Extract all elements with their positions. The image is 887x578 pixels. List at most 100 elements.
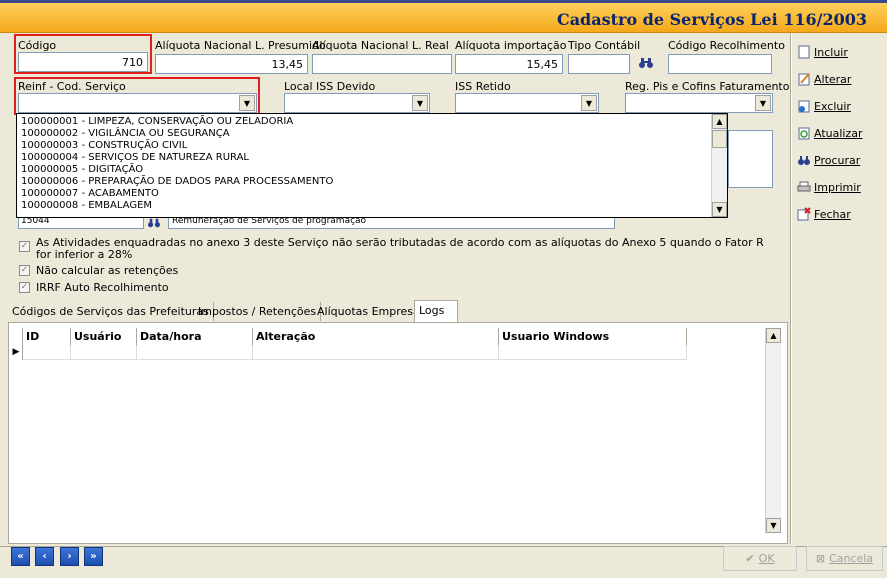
chevron-down-icon[interactable]: ▼ bbox=[755, 95, 771, 111]
list-item[interactable]: 100000002 - VIGILÂNCIA OU SEGURANÇA bbox=[21, 128, 230, 140]
imprimir-button[interactable]: Imprimir bbox=[797, 176, 861, 198]
col-header-alteracao[interactable]: Alteração bbox=[253, 328, 499, 345]
nao-calcular-label: Não calcular as retenções bbox=[36, 264, 179, 277]
next-record-icon[interactable]: › bbox=[60, 547, 79, 566]
logs-grid[interactable]: ID Usuário Data/hora Alteração Usuario W… bbox=[8, 322, 788, 544]
list-item[interactable]: 100000004 - SERVIÇOS DE NATUREZA RURAL bbox=[21, 152, 249, 164]
irrf-label: IRRF Auto Recolhimento bbox=[36, 281, 169, 294]
anexo3-checkbox[interactable]: ✓ bbox=[19, 241, 30, 252]
dropdown-scrollbar[interactable]: ▲ ▼ bbox=[711, 114, 727, 217]
col-header-id[interactable]: ID bbox=[23, 328, 71, 345]
window-title: Cadastro de Serviços Lei 116/2003 bbox=[556, 10, 867, 29]
list-item[interactable]: 100000008 - EMBALAGEM bbox=[21, 200, 152, 212]
previous-record-icon[interactable]: ‹ bbox=[35, 547, 54, 566]
edit-pencil-icon bbox=[797, 72, 811, 86]
ok-label: OK bbox=[758, 552, 775, 565]
iss-retido-select[interactable]: ▼ bbox=[455, 93, 599, 113]
codigo-recolhimento-input[interactable] bbox=[668, 54, 772, 74]
iss-retido-label: ISS Retido bbox=[455, 80, 511, 93]
imprimir-label: Imprimir bbox=[814, 180, 861, 194]
anexo3-label-line2: for inferior a 28% bbox=[36, 248, 133, 261]
codigo-recolhimento-label: Código Recolhimento bbox=[668, 39, 785, 52]
local-iss-select[interactable]: ▼ bbox=[284, 93, 430, 113]
table-cell[interactable] bbox=[71, 345, 137, 360]
tab-aliquotas-empresa[interactable]: Alíquotas Empresa bbox=[313, 302, 425, 321]
printer-icon bbox=[797, 180, 811, 194]
list-item[interactable]: 100000006 - PREPARAÇÃO DE DADOS PARA PRO… bbox=[21, 176, 333, 188]
reinf-dropdown-list[interactable]: 100000001 - LIMPEZA, CONSERVAÇÃO OU ZELA… bbox=[16, 113, 728, 218]
close-icon bbox=[797, 207, 811, 221]
description-box[interactable] bbox=[728, 130, 773, 188]
list-item[interactable]: 100000001 - LIMPEZA, CONSERVAÇÃO OU ZELA… bbox=[21, 116, 293, 128]
tab-codigos-prefeituras[interactable]: Códigos de Serviços das Prefeituras bbox=[8, 302, 214, 321]
nao-calcular-checkbox[interactable]: ✓ bbox=[19, 265, 30, 276]
binoculars-icon[interactable] bbox=[147, 217, 161, 229]
row-pointer-icon: ▶ bbox=[10, 345, 23, 360]
aliq-importacao-label: Alíquota importação bbox=[455, 39, 567, 52]
alterar-button[interactable]: Alterar bbox=[797, 68, 851, 90]
col-header-usuario[interactable]: Usuário bbox=[71, 328, 137, 345]
list-item[interactable]: 100000003 - CONSTRUÇÃO CIVIL bbox=[21, 140, 187, 152]
fechar-button[interactable]: Fechar bbox=[797, 203, 851, 225]
table-cell[interactable] bbox=[137, 345, 253, 360]
excluir-label: Excluir bbox=[814, 99, 851, 113]
binoculars-icon[interactable] bbox=[638, 55, 654, 71]
irrf-checkbox[interactable]: ✓ bbox=[19, 282, 30, 293]
refresh-icon bbox=[797, 126, 811, 140]
last-record-icon[interactable]: » bbox=[84, 547, 103, 566]
table-cell[interactable] bbox=[23, 345, 71, 360]
first-record-icon[interactable]: « bbox=[11, 547, 30, 566]
row-indicator-header bbox=[10, 328, 23, 345]
sidebar-divider bbox=[790, 33, 792, 544]
scroll-up-icon[interactable]: ▲ bbox=[766, 328, 781, 343]
chevron-down-icon[interactable]: ▼ bbox=[239, 95, 255, 111]
fechar-label: Fechar bbox=[814, 207, 851, 221]
aliq-real-label: Alíquota Nacional L. Real bbox=[312, 39, 449, 52]
scroll-down-icon[interactable]: ▼ bbox=[766, 518, 781, 533]
incluir-button[interactable]: Incluir bbox=[797, 41, 848, 63]
list-item[interactable]: 100000007 - ACABAMENTO bbox=[21, 188, 159, 200]
local-iss-label: Local ISS Devido bbox=[284, 80, 376, 93]
atualizar-label: Atualizar bbox=[814, 126, 863, 140]
aliq-importacao-input[interactable]: 15,45 bbox=[455, 54, 563, 74]
excluir-button[interactable]: Excluir bbox=[797, 95, 851, 117]
scroll-up-icon[interactable]: ▲ bbox=[712, 114, 727, 129]
atualizar-button[interactable]: Atualizar bbox=[797, 122, 863, 144]
scroll-down-icon[interactable]: ▼ bbox=[712, 202, 727, 217]
procurar-label: Procurar bbox=[814, 153, 861, 167]
title-bar: Cadastro de Serviços Lei 116/2003 bbox=[0, 3, 887, 33]
binoculars-icon bbox=[797, 153, 811, 167]
grid-scrollbar[interactable]: ▲ ▼ bbox=[765, 328, 781, 533]
aliq-real-input[interactable] bbox=[312, 54, 452, 74]
table-cell[interactable] bbox=[253, 345, 499, 360]
codigo-input[interactable]: 710 bbox=[18, 52, 148, 72]
list-item[interactable]: 100000005 - DIGITAÇÃO bbox=[21, 164, 143, 176]
checkmark-icon: ✔ bbox=[745, 552, 755, 565]
reg-pis-label: Reg. Pis e Cofins Faturamento bbox=[625, 80, 790, 93]
tab-logs[interactable]: Logs bbox=[414, 300, 458, 322]
aliq-presumido-label: Alíquota Nacional L. Presumido bbox=[155, 39, 326, 52]
chevron-down-icon[interactable]: ▼ bbox=[581, 95, 597, 111]
new-document-icon bbox=[797, 45, 811, 59]
aliq-presumido-input[interactable]: 13,45 bbox=[155, 54, 308, 74]
ok-button[interactable]: ✔ OK bbox=[723, 546, 797, 571]
reinf-label: Reinf - Cod. Serviço bbox=[18, 80, 126, 93]
incluir-label: Incluir bbox=[814, 45, 848, 59]
col-header-data-hora[interactable]: Data/hora bbox=[137, 328, 253, 345]
reg-pis-select[interactable]: ▼ bbox=[625, 93, 773, 113]
table-cell[interactable] bbox=[499, 345, 687, 360]
delete-icon bbox=[797, 99, 811, 113]
procurar-button[interactable]: Procurar bbox=[797, 149, 860, 171]
reinf-select[interactable]: ▼ bbox=[18, 93, 257, 113]
anexo3-label-line1: As Atividades enquadradas no anexo 3 des… bbox=[36, 236, 764, 249]
col-header-usuario-windows[interactable]: Usuario Windows bbox=[499, 328, 687, 345]
cancela-button[interactable]: ⊠ Cancela bbox=[806, 546, 883, 571]
alterar-label: Alterar bbox=[814, 72, 852, 86]
tab-impostos-retencoes[interactable]: Impostos / Retenções bbox=[194, 302, 322, 321]
cancela-label: Cancela bbox=[829, 552, 874, 565]
cancel-icon: ⊠ bbox=[815, 552, 826, 565]
scroll-thumb[interactable] bbox=[712, 130, 727, 148]
tipo-contabil-input[interactable] bbox=[568, 54, 630, 74]
chevron-down-icon[interactable]: ▼ bbox=[412, 95, 428, 111]
tipo-contabil-label: Tipo Contábil bbox=[568, 39, 641, 52]
